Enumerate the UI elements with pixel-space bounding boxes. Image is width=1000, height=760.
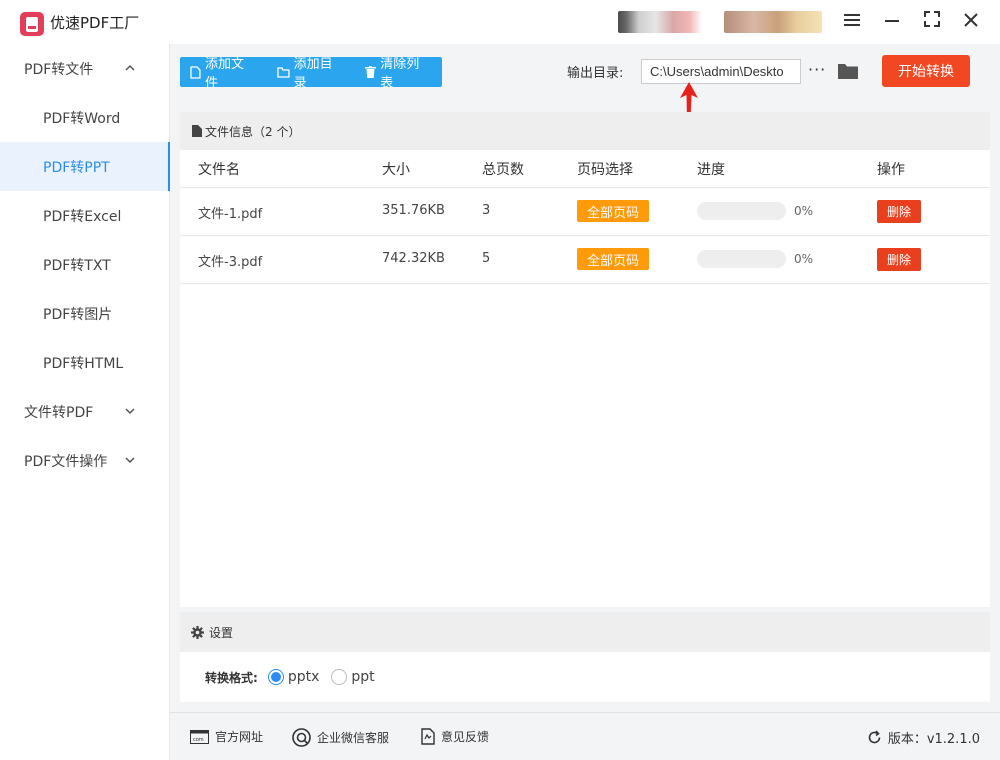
file-list-panel: 文件信息（2 个） 文件名 大小 总页数 页码选择 进度 操作 文件-1.pdf… xyxy=(180,112,990,607)
add-file-button[interactable]: 添加文件 xyxy=(180,57,267,91)
folder-outline-icon xyxy=(277,66,290,78)
format-option-pptx[interactable]: pptx xyxy=(267,669,320,685)
browse-more-button[interactable]: ··· xyxy=(808,60,826,79)
sidebar-item-pdf-to-word[interactable]: PDF转Word xyxy=(0,93,169,142)
sidebar-item-pdf-to-html[interactable]: PDF转HTML xyxy=(0,338,169,387)
sidebar-group-pdf-operations[interactable]: PDF文件操作 xyxy=(0,436,169,485)
file-icon xyxy=(190,65,201,79)
sidebar-group-file-to-pdf[interactable]: 文件转PDF xyxy=(0,387,169,436)
add-directory-label: 添加目录 xyxy=(293,57,333,91)
radio-pptx[interactable] xyxy=(267,669,284,685)
file-name: 文件-3.pdf xyxy=(198,255,263,270)
progress-percent: 0% xyxy=(794,204,814,218)
progress-bar xyxy=(697,250,786,268)
document-icon xyxy=(192,125,202,137)
feedback-icon xyxy=(421,728,435,745)
page-select-button[interactable]: 全部页码 xyxy=(577,200,649,222)
sidebar-item-pdf-to-ppt[interactable]: PDF转PPT xyxy=(0,142,170,191)
user-avatar[interactable] xyxy=(618,11,702,33)
sidebar: PDF转文件 PDF转Word PDF转PPT PDF转Excel PDF转TX… xyxy=(0,44,170,760)
column-header-progress: 进度 xyxy=(697,161,725,178)
clear-list-label: 清除列表 xyxy=(380,57,420,91)
table-row[interactable]: 文件-1.pdf 351.76KB 3 全部页码 0% 删除 xyxy=(180,188,990,236)
sidebar-item-label: PDF转Word xyxy=(43,110,121,127)
chevron-down-icon xyxy=(125,408,135,415)
column-header-pages: 总页数 xyxy=(482,161,524,178)
page-select-button[interactable]: 全部页码 xyxy=(577,248,649,270)
progress-percent: 0% xyxy=(794,252,814,266)
format-option-ppt[interactable]: ppt xyxy=(331,669,375,685)
sidebar-item-label: PDF转Excel xyxy=(43,208,122,225)
column-header-size: 大小 xyxy=(382,161,410,178)
column-header-filename: 文件名 xyxy=(198,161,240,178)
gear-icon xyxy=(191,625,204,639)
sidebar-item-label: PDF转PPT xyxy=(43,159,110,176)
official-website-link[interactable]: com 官方网址 xyxy=(190,728,263,745)
sidebar-item-label: 文件转PDF xyxy=(24,404,94,421)
maximize-icon[interactable] xyxy=(920,10,944,34)
close-icon[interactable] xyxy=(959,10,983,34)
title-bar: 优速PDF工厂 xyxy=(0,0,1000,44)
column-header-action: 操作 xyxy=(877,161,905,178)
folder-icon[interactable] xyxy=(837,61,859,81)
file-info-header: 文件信息（2 个） xyxy=(180,112,990,150)
page-count: 3 xyxy=(482,203,491,218)
footer: com 官方网址 企业微信客服 意见反馈 版本：v1.2.1.0 xyxy=(170,712,1000,760)
add-file-label: 添加文件 xyxy=(204,57,244,91)
sidebar-group-pdf-to-file[interactable]: PDF转文件 xyxy=(0,44,169,93)
trash-icon xyxy=(365,66,377,78)
wechat-support-link[interactable]: 企业微信客服 xyxy=(292,728,389,747)
file-name: 文件-1.pdf xyxy=(198,207,263,222)
format-row: 转换格式: pptx ppt xyxy=(180,652,990,702)
table-row[interactable]: 文件-3.pdf 742.32KB 5 全部页码 0% 删除 xyxy=(180,236,990,284)
file-size: 351.76KB xyxy=(382,203,445,218)
delete-button[interactable]: 删除 xyxy=(877,248,921,271)
file-size: 742.32KB xyxy=(382,251,445,266)
sidebar-item-label: PDF文件操作 xyxy=(24,453,108,470)
progress-bar xyxy=(697,202,786,220)
add-directory-button[interactable]: 添加目录 xyxy=(267,57,356,91)
user-name[interactable] xyxy=(724,11,822,33)
sidebar-item-label: PDF转图片 xyxy=(43,306,113,323)
chat-icon xyxy=(292,728,311,747)
clear-list-button[interactable]: 清除列表 xyxy=(355,57,442,91)
table-header: 文件名 大小 总页数 页码选择 进度 操作 xyxy=(180,150,990,188)
settings-panel: 设置 转换格式: pptx ppt xyxy=(180,612,990,702)
toolbar-button-group: 添加文件 添加目录 清除列表 xyxy=(180,57,442,91)
app-title: 优速PDF工厂 xyxy=(50,14,140,32)
output-directory-label: 输出目录: xyxy=(567,66,624,81)
sidebar-item-label: PDF转文件 xyxy=(24,61,94,78)
settings-title: 设置 xyxy=(209,625,234,640)
sidebar-item-pdf-to-excel[interactable]: PDF转Excel xyxy=(0,191,169,240)
page-count: 5 xyxy=(482,251,491,266)
sidebar-item-label: PDF转TXT xyxy=(43,257,111,274)
sidebar-item-pdf-to-txt[interactable]: PDF转TXT xyxy=(0,240,169,289)
app-logo-icon xyxy=(20,12,44,36)
refresh-icon xyxy=(868,730,881,744)
wechat-support-label: 企业微信客服 xyxy=(317,731,390,745)
sidebar-item-pdf-to-image[interactable]: PDF转图片 xyxy=(0,289,169,338)
format-label: 转换格式: xyxy=(205,670,258,685)
version-label: 版本：v1.2.1.0 xyxy=(887,732,980,747)
sidebar-item-label: PDF转HTML xyxy=(43,355,124,372)
start-convert-button[interactable]: 开始转换 xyxy=(882,55,970,87)
version-info[interactable]: 版本：v1.2.1.0 xyxy=(867,728,980,747)
output-directory-input[interactable] xyxy=(641,59,801,84)
chevron-down-icon xyxy=(125,457,135,464)
feedback-link[interactable]: 意见反馈 xyxy=(421,728,489,745)
website-icon: com xyxy=(190,729,209,744)
format-option-label: pptx xyxy=(287,669,320,685)
menu-icon[interactable] xyxy=(840,10,864,34)
minimize-icon[interactable] xyxy=(880,10,904,34)
svg-text:com: com xyxy=(193,737,204,743)
format-option-label: ppt xyxy=(351,669,375,685)
radio-ppt[interactable] xyxy=(331,669,348,685)
column-header-page-select: 页码选择 xyxy=(577,161,633,178)
file-info-title: 文件信息（2 个） xyxy=(205,124,301,139)
delete-button[interactable]: 删除 xyxy=(877,200,921,223)
official-website-label: 官方网址 xyxy=(215,730,264,744)
settings-header: 设置 xyxy=(180,612,990,652)
chevron-up-icon xyxy=(125,64,135,71)
feedback-label: 意见反馈 xyxy=(441,730,490,744)
